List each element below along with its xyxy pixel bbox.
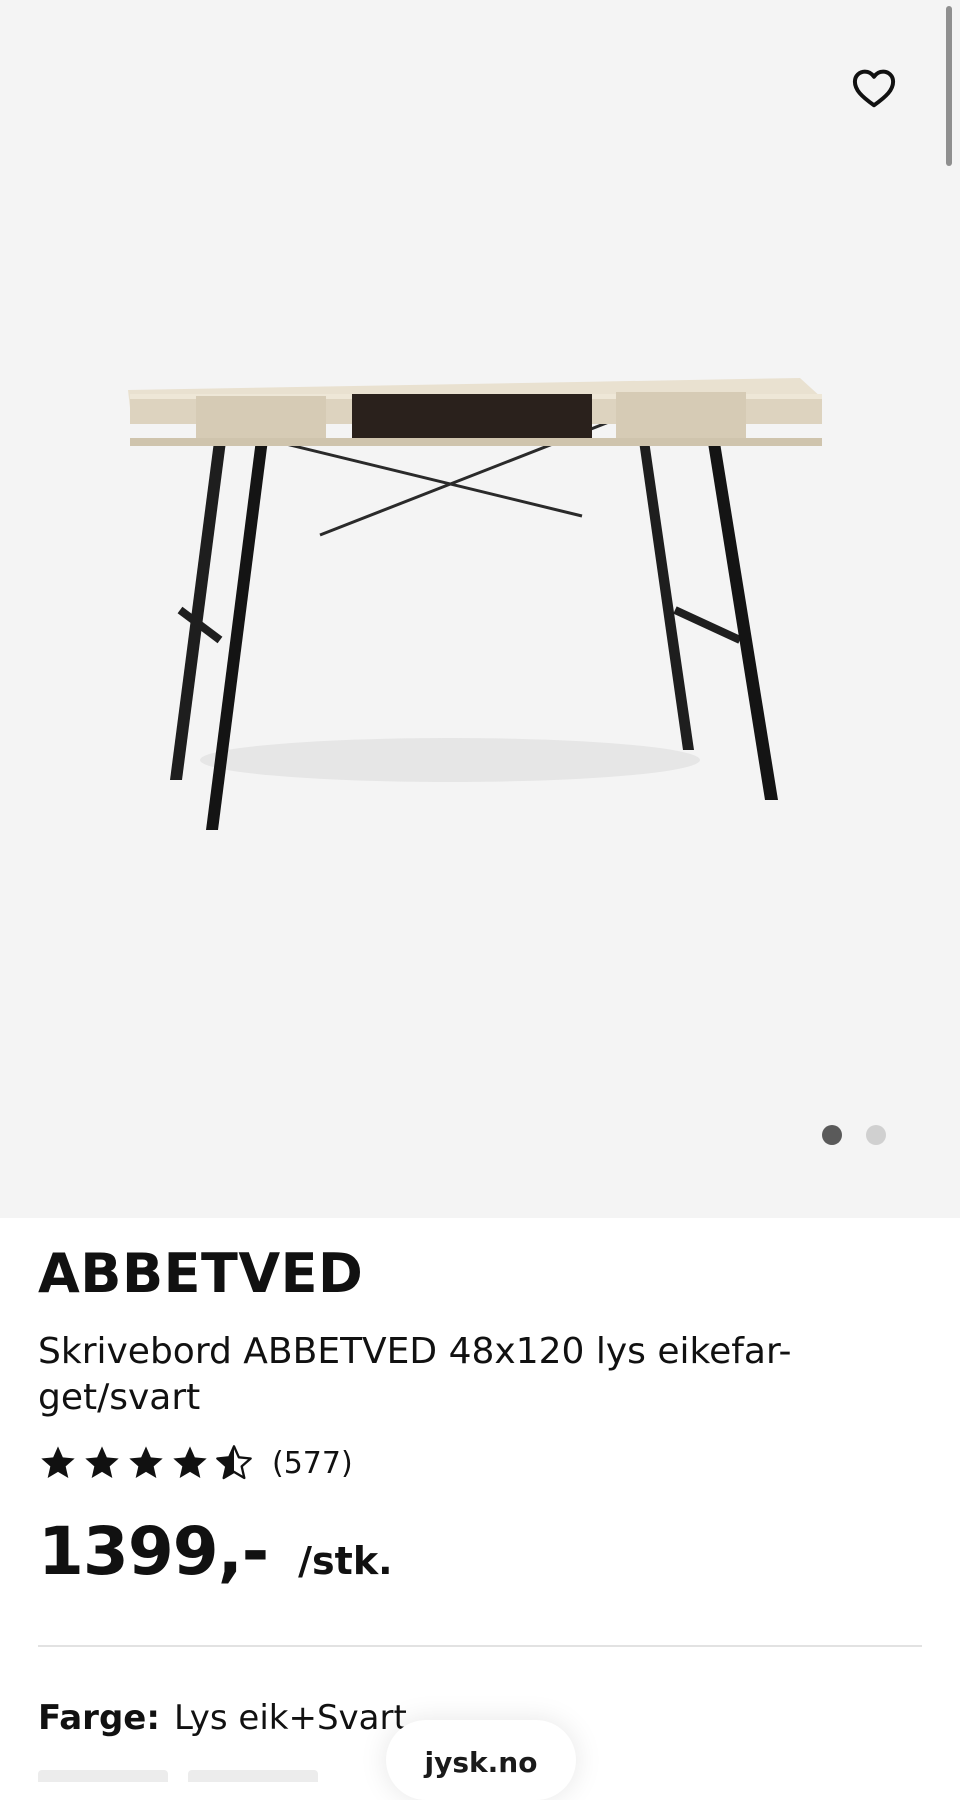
color-swatch-1[interactable]	[38, 1770, 168, 1782]
browser-url-pill[interactable]: jysk.no	[386, 1720, 576, 1800]
heart-outline-icon	[852, 69, 896, 108]
color-swatch-2[interactable]	[188, 1770, 318, 1782]
price-row: 1399,- /stk.	[38, 1513, 922, 1590]
star-icon	[129, 1446, 163, 1479]
product-image-gallery[interactable]	[0, 0, 960, 1218]
color-label: Farge:	[38, 1698, 160, 1738]
scrollbar[interactable]	[946, 6, 952, 166]
browser-domain: jysk.no	[424, 1746, 538, 1779]
rating-summary[interactable]: (577)	[38, 1439, 922, 1487]
half-star-icon	[216, 1445, 252, 1480]
divider	[38, 1645, 922, 1647]
color-selector-label: Farge: Lys eik+Svart	[38, 1698, 407, 1738]
color-value: Lys eik+Svart	[173, 1698, 407, 1738]
price-unit: /stk.	[298, 1539, 393, 1584]
product-description: Skrivebord ABBETVED 48x120 lys eikefar-g…	[38, 1331, 792, 1419]
price: 1399,-	[38, 1513, 269, 1591]
gallery-dot-2[interactable]	[866, 1125, 886, 1145]
product-image	[128, 378, 822, 830]
wishlist-button[interactable]	[846, 60, 902, 116]
gallery-dot-1[interactable]	[822, 1125, 842, 1145]
product-info: ABBETVED Skrivebord ABBETVED 48x120 lys …	[38, 1218, 922, 1591]
review-count[interactable]: (577)	[272, 1446, 353, 1481]
rating-stars	[38, 1443, 254, 1483]
star-icon	[85, 1446, 119, 1479]
star-icon	[173, 1446, 207, 1479]
star-icon	[41, 1446, 75, 1479]
product-title: ABBETVED	[38, 1242, 364, 1305]
gallery-pagination	[822, 1125, 886, 1145]
